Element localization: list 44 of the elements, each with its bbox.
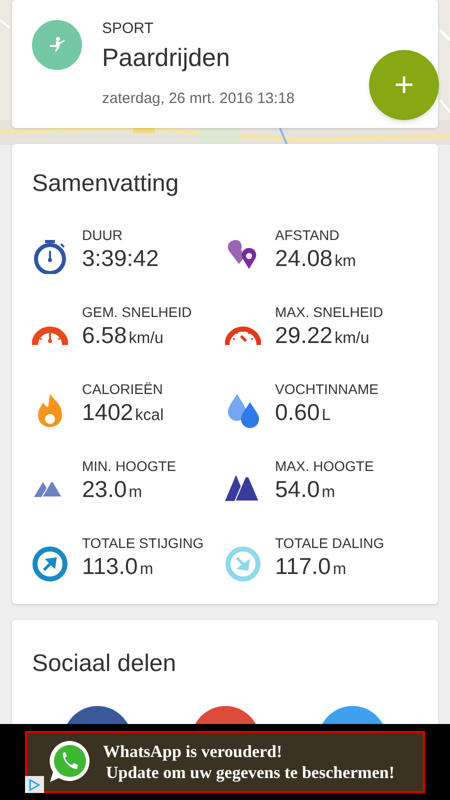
stat-unit: m: [128, 485, 142, 501]
stat-label: GEM. SNELHEID: [82, 305, 192, 319]
stat-label: AFSTAND: [275, 228, 340, 242]
stat-label: MAX. HOOGTE: [275, 459, 374, 473]
activity-datetime: zaterdag, 26 mrt. 2016 13:18: [102, 89, 295, 109]
stat-unit: m: [332, 562, 346, 578]
stat-unit: m: [322, 485, 336, 501]
stat-value: 117.0: [275, 555, 331, 578]
stat-label: MIN. HOOGTE: [82, 459, 176, 473]
stat-label: VOCHTINNAME: [275, 382, 378, 396]
ad-headline: WhatsApp is verouderd!: [103, 740, 284, 762]
stopwatch-icon: [32, 238, 68, 274]
section-title: Samenvatting: [32, 169, 180, 199]
stat-label: MAX. SNELHEID: [275, 305, 384, 319]
stat-unit: km: [334, 254, 356, 270]
stat-value: 54.0: [275, 478, 320, 501]
stat-value: 3:39:42: [82, 247, 159, 270]
ad-banner[interactable]: WhatsApp is verouderd! Update om uw gegevens te beschermen!: [0, 724, 450, 800]
stat-unit: km/u: [128, 331, 164, 347]
stat-label: TOTALE DALING: [275, 536, 384, 550]
stat-label: TOTALE STIJGING: [82, 536, 204, 550]
section-title: Sociaal delen: [32, 649, 178, 679]
rider-icon: [47, 36, 67, 54]
stat-value: 113.0: [82, 555, 138, 578]
stat-unit: L: [322, 408, 331, 424]
stat-value: 0.60: [275, 401, 320, 424]
arrow-down-right-icon: [225, 546, 261, 582]
water-drops-icon: [225, 392, 261, 428]
stat-label: DUUR: [82, 228, 124, 242]
stat-value: 6.58: [82, 324, 127, 347]
stat-value: 1402: [82, 401, 134, 424]
play-icon: [29, 778, 40, 790]
stat-label: CALORIEËN: [82, 382, 164, 396]
category-label: SPORT: [102, 20, 154, 39]
stat-value: 29.22: [275, 324, 333, 347]
stat-unit: m: [140, 562, 154, 578]
ad-text: Update om uw gegevens te beschermen!: [106, 762, 394, 784]
stat-unit: km/u: [334, 331, 370, 347]
stat-value: 24.08: [275, 247, 333, 270]
stat-value: 23.0: [82, 478, 127, 501]
activity-title: Paardrijden: [102, 42, 231, 74]
stat-unit: kcal: [135, 408, 164, 424]
ad-choices-button[interactable]: [25, 776, 44, 793]
arrow-up-right-icon: [32, 546, 68, 582]
